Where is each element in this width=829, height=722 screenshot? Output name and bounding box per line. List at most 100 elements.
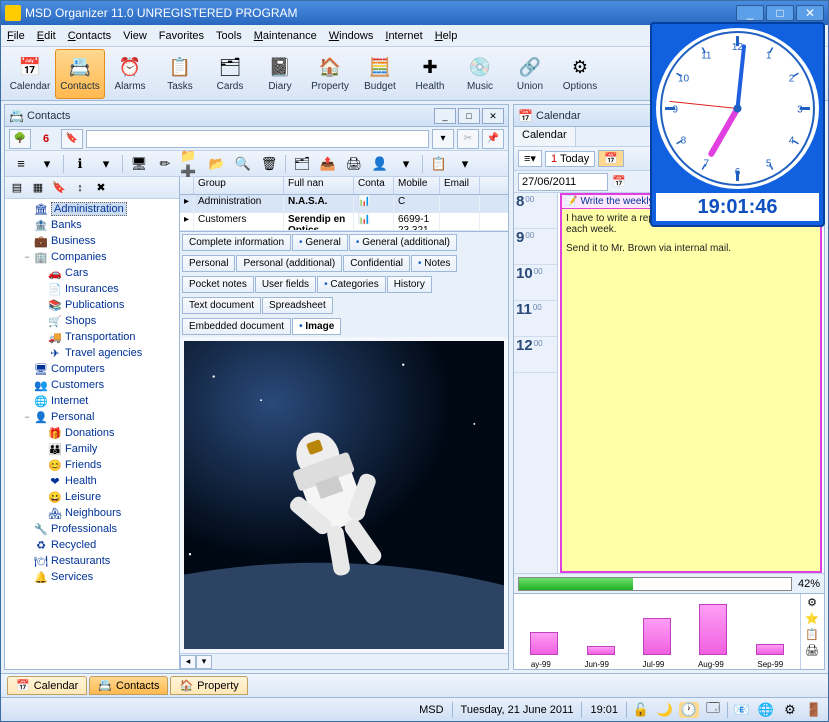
filter-pin-button[interactable]: 📌 — [482, 129, 504, 149]
tree-node-publications[interactable]: 📚Publications — [7, 297, 177, 313]
person-button[interactable]: 👤 — [368, 153, 392, 175]
toolbar-options[interactable]: ⚙Options — [555, 49, 605, 99]
hour-11[interactable]: 1100 — [514, 301, 557, 337]
menu-file[interactable]: File — [7, 30, 25, 42]
tree-node-shops[interactable]: 🛒Shops — [7, 313, 177, 329]
bottom-tab-property[interactable]: 🏠Property — [170, 676, 247, 695]
toolbar-health[interactable]: ✚Health — [405, 49, 455, 99]
tree-node-travel-agencies[interactable]: ✈Travel agencies — [7, 345, 177, 361]
exit-icon[interactable]: 🚪 — [804, 702, 824, 718]
tab-personal[interactable]: Personal — [182, 255, 235, 272]
filter-dropdown-button[interactable]: ▾ — [432, 129, 454, 149]
gear-icon[interactable]: ⚙ — [780, 702, 800, 718]
tree-node-health[interactable]: ❤Health — [7, 473, 177, 489]
panel-close-button[interactable]: ✕ — [482, 108, 504, 124]
filter-tree-button[interactable]: 🌳 — [9, 129, 31, 149]
menu-windows[interactable]: Windows — [329, 30, 374, 42]
filter-toggle-button[interactable]: 🔖 — [61, 129, 83, 149]
menu-tools[interactable]: Tools — [216, 30, 242, 42]
lock-icon[interactable]: 🔓 — [631, 702, 651, 718]
contacts-grid[interactable]: GroupFull nanContaMobileEmail ▸Administr… — [180, 177, 508, 232]
info-button[interactable]: ℹ — [68, 153, 92, 175]
tree-node-insurances[interactable]: 📄Insurances — [7, 281, 177, 297]
col-full nan[interactable]: Full nan — [284, 177, 354, 194]
toolbar-diary[interactable]: 📓Diary — [255, 49, 305, 99]
menu-view[interactable]: View — [123, 30, 147, 42]
moon-icon[interactable]: 🌙 — [655, 702, 675, 718]
tab-categories[interactable]: Categories — [317, 276, 386, 293]
groups-tree[interactable]: 🏛Administration🏦Banks💼Business−🏢Companie… — [5, 199, 179, 669]
calendar-tab[interactable]: Calendar — [514, 127, 576, 146]
tree-expand-button[interactable]: ▤ — [7, 179, 27, 197]
menu-contacts[interactable]: Contacts — [68, 30, 111, 42]
dropdown-icon[interactable]: ▾ — [453, 153, 477, 175]
bottom-tab-calendar[interactable]: 📅Calendar — [7, 676, 87, 695]
tree-node-recycled[interactable]: ♻Recycled — [7, 537, 177, 553]
new-folder-button[interactable]: 📁➕ — [179, 153, 203, 175]
find-folder-button[interactable]: 🔍 — [231, 153, 255, 175]
menu-help[interactable]: Help — [435, 30, 458, 42]
export-button[interactable]: 📤 — [316, 153, 340, 175]
maximize-button[interactable]: □ — [766, 5, 794, 21]
hour-12[interactable]: 1200 — [514, 337, 557, 373]
dropdown-icon[interactable]: ▾ — [394, 153, 418, 175]
table-row[interactable]: ▸AdministrationN.A.S.A.📊C — [180, 195, 508, 213]
tab-embedded-document[interactable]: Embedded document — [182, 318, 291, 335]
mail-block-icon[interactable]: 📧 — [732, 702, 752, 718]
tree-node-professionals[interactable]: 🔧Professionals — [7, 521, 177, 537]
tree-node-family[interactable]: 👪Family — [7, 441, 177, 457]
filter-input[interactable] — [86, 130, 429, 148]
menu-maintenance[interactable]: Maintenance — [254, 30, 317, 42]
panel-maximize-button[interactable]: □ — [458, 108, 480, 124]
tree-node-internet[interactable]: 🌐Internet — [7, 393, 177, 409]
cal-list-button[interactable]: ≡▾ — [518, 150, 542, 167]
tree-sort-button[interactable]: ↕ — [70, 179, 90, 197]
tree-node-neighbours[interactable]: 🏘Neighbours — [7, 505, 177, 521]
date-input[interactable] — [518, 173, 608, 191]
date-picker-icon[interactable]: 📅 — [612, 175, 626, 188]
tree-node-computers[interactable]: 🖥Computers — [7, 361, 177, 377]
menu-internet[interactable]: Internet — [385, 30, 422, 42]
hour-10[interactable]: 1000 — [514, 265, 557, 301]
cal-view-button[interactable]: 📅 — [598, 150, 624, 167]
clock-widget[interactable]: 121234567891011 19:01:46 — [650, 22, 825, 227]
panel-minimize-button[interactable]: _ — [434, 108, 456, 124]
calendar-event[interactable]: 📝 Write the weekly report ↻ I have to wr… — [560, 193, 822, 573]
tree-node-banks[interactable]: 🏦Banks — [7, 217, 177, 233]
tab-general-additional-[interactable]: General (additional) — [349, 234, 457, 251]
tab-notes[interactable]: Notes — [411, 255, 457, 272]
tree-node-companies[interactable]: −🏢Companies — [7, 249, 177, 265]
tab-personal-additional-[interactable]: Personal (additional) — [236, 255, 342, 272]
filter-clear-button[interactable]: ✂ — [457, 129, 479, 149]
menu-edit[interactable]: Edit — [37, 30, 56, 42]
window-icon[interactable]: 🗔 — [703, 699, 723, 721]
tab-general[interactable]: General — [292, 234, 348, 251]
menu-favorites[interactable]: Favorites — [159, 30, 204, 42]
dropdown-icon[interactable]: ▾ — [94, 153, 118, 175]
tree-node-administration[interactable]: 🏛Administration — [7, 201, 177, 217]
chart-star-icon[interactable]: ⭐ — [803, 612, 821, 626]
toolbar-contacts[interactable]: 📇Contacts — [55, 49, 105, 99]
copy-button[interactable]: 📋 — [427, 153, 451, 175]
print-button[interactable]: 🖨 — [342, 153, 366, 175]
tab-history[interactable]: History — [387, 276, 432, 293]
chart-print-icon[interactable]: 🖨 — [803, 644, 821, 658]
tree-tag-button[interactable]: 🔖 — [49, 179, 69, 197]
tree-node-leisure[interactable]: 😀Leisure — [7, 489, 177, 505]
tab-complete-information[interactable]: Complete information — [182, 234, 291, 251]
col-mobile[interactable]: Mobile — [394, 177, 440, 194]
today-button[interactable]: 1 Today — [545, 151, 595, 167]
tab-pocket-notes[interactable]: Pocket notes — [182, 276, 254, 293]
tree-node-friends[interactable]: 😊Friends — [7, 457, 177, 473]
hour-9[interactable]: 900 — [514, 229, 557, 265]
toolbar-cards[interactable]: 🗂Cards — [205, 49, 255, 99]
edit-button[interactable]: ✏ — [153, 153, 177, 175]
monitor-button[interactable]: 🖥 — [127, 153, 151, 175]
tab-user-fields[interactable]: User fields — [255, 276, 316, 293]
toolbar-calendar[interactable]: 📅Calendar — [5, 49, 55, 99]
tree-close-button[interactable]: ✖ — [91, 179, 111, 197]
delete-folder-button[interactable]: 🗑 — [257, 153, 281, 175]
browser-icon[interactable]: 🌐 — [756, 702, 776, 718]
toolbar-union[interactable]: 🔗Union — [505, 49, 555, 99]
tab-image[interactable]: Image — [292, 318, 341, 335]
